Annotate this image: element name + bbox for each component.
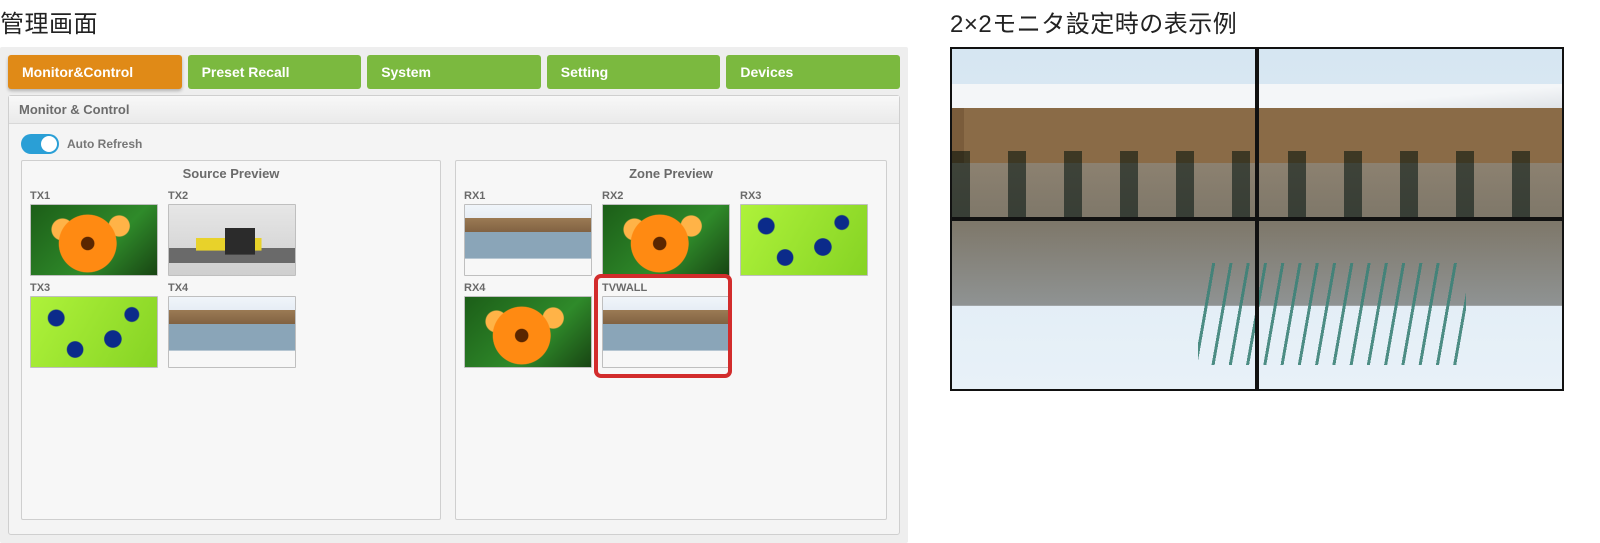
tab-monitor-control[interactable]: Monitor&Control	[8, 55, 182, 89]
monitor-control-panel-title: Monitor & Control	[9, 96, 899, 124]
zone-thumb-label: RX1	[464, 190, 594, 202]
zone-thumb-image[interactable]	[740, 204, 868, 276]
monitor-control-panel: Monitor & Control Auto Refresh Source Pr…	[8, 95, 900, 535]
video-wall-image	[952, 49, 1562, 389]
source-thumb-label: TX4	[168, 282, 298, 294]
zone-thumb-image[interactable]	[464, 296, 592, 368]
zone-thumb-image[interactable]	[602, 204, 730, 276]
zone-preview-title: Zone Preview	[456, 161, 886, 184]
source-thumb-image[interactable]	[30, 204, 158, 276]
tab-system[interactable]: System	[367, 55, 541, 89]
zone-thumb-image[interactable]	[464, 204, 592, 276]
tab-row: Monitor&Control Preset Recall System Set…	[8, 55, 900, 89]
source-thumb-tx2: TX2	[168, 190, 298, 276]
zone-thumb-image[interactable]	[602, 296, 730, 368]
zone-thumb-label: RX2	[602, 190, 732, 202]
source-thumb-label: TX2	[168, 190, 298, 202]
source-preview-box: Source Preview TX1 TX2 TX3	[21, 160, 441, 520]
zone-thumb-rx3: RX3	[740, 190, 870, 276]
wall-example-heading: 2×2モニタ設定時の表示例	[950, 4, 1570, 39]
tab-setting[interactable]: Setting	[547, 55, 721, 89]
video-wall-image-detail	[952, 151, 1562, 219]
source-thumb-image[interactable]	[168, 204, 296, 276]
video-wall-2x2	[950, 47, 1564, 391]
source-thumb-label: TX3	[30, 282, 160, 294]
zone-preview-box: Zone Preview RX1 RX2 RX3	[455, 160, 887, 520]
tab-preset-recall[interactable]: Preset Recall	[188, 55, 362, 89]
source-thumb-image[interactable]	[168, 296, 296, 368]
zone-thumb-rx4: RX4	[464, 282, 594, 368]
tab-devices[interactable]: Devices	[726, 55, 900, 89]
zone-thumb-rx2: RX2	[602, 190, 732, 276]
source-thumb-image[interactable]	[30, 296, 158, 368]
auto-refresh-toggle[interactable]	[21, 134, 59, 154]
zone-thumb-grid: RX1 RX2 RX3	[456, 184, 886, 374]
source-preview-title: Source Preview	[22, 161, 440, 184]
admin-screen-heading: 管理画面	[0, 4, 920, 39]
source-thumb-tx3: TX3	[30, 282, 160, 368]
source-thumb-grid: TX1 TX2 TX3	[22, 184, 440, 374]
zone-thumb-label: TVWALL	[602, 282, 724, 294]
zone-thumb-tvwall: TVWALL	[598, 278, 728, 374]
source-thumb-tx1: TX1	[30, 190, 160, 276]
auto-refresh-label: Auto Refresh	[67, 137, 142, 151]
source-thumb-label: TX1	[30, 190, 160, 202]
zone-thumb-rx1: RX1	[464, 190, 594, 276]
source-thumb-tx4: TX4	[168, 282, 298, 368]
admin-panel: Monitor&Control Preset Recall System Set…	[0, 47, 908, 543]
zone-thumb-label: RX4	[464, 282, 594, 294]
zone-thumb-label: RX3	[740, 190, 870, 202]
